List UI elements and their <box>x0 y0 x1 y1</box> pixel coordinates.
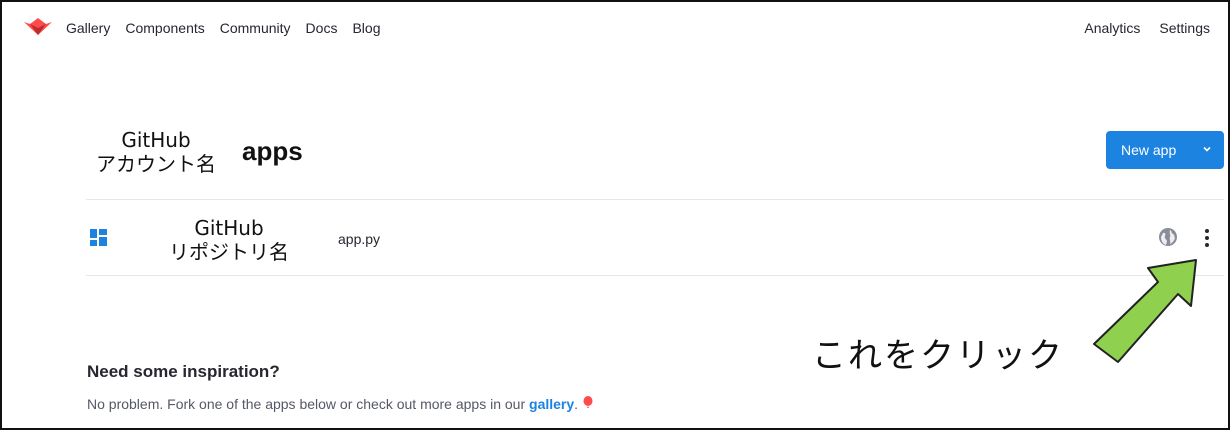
top-nav: Gallery Components Community Docs Blog A… <box>0 0 1230 58</box>
more-vertical-icon[interactable] <box>1200 226 1214 250</box>
divider-bottom <box>86 275 1224 276</box>
nav-docs[interactable]: Docs <box>306 20 338 36</box>
streamlit-logo-icon[interactable] <box>24 18 52 36</box>
repo-label-line1: GitHub <box>194 216 264 240</box>
balloon-icon <box>583 396 593 408</box>
page-title: apps <box>242 136 303 166</box>
globe-icon[interactable] <box>1158 227 1178 247</box>
nav-blog[interactable]: Blog <box>352 20 380 36</box>
nav-community[interactable]: Community <box>220 20 291 36</box>
inspiration-text: No problem. Fork one of the apps below o… <box>87 396 594 412</box>
inspiration-text-prefix: No problem. Fork one of the apps below o… <box>87 396 530 412</box>
inspiration-text-suffix: . <box>574 396 579 412</box>
gallery-link[interactable]: gallery <box>529 396 574 412</box>
chevron-down-icon[interactable] <box>1202 144 1212 154</box>
github-repo-annotation: GitHub リポジトリ名 <box>164 216 294 264</box>
nav-gallery[interactable]: Gallery <box>66 20 110 36</box>
nav-links-left: Gallery Components Community Docs Blog <box>66 20 395 36</box>
owner-label-line1: GitHub <box>121 128 191 152</box>
new-app-label: New app <box>1121 142 1177 158</box>
click-here-annotation: これをクリック <box>812 336 1064 376</box>
nav-links-right: Analytics Settings <box>1065 20 1210 36</box>
nav-analytics[interactable]: Analytics <box>1084 20 1140 36</box>
new-app-button[interactable]: New app <box>1106 131 1224 169</box>
app-file-name: app.py <box>338 231 381 247</box>
nav-settings[interactable]: Settings <box>1159 20 1210 36</box>
app-list-item[interactable]: GitHub リポジトリ名 app.py <box>86 200 1224 276</box>
nav-components[interactable]: Components <box>125 20 204 36</box>
annotation-arrow <box>1093 259 1197 363</box>
github-account-annotation: GitHub アカウント名 <box>86 128 226 176</box>
inspiration-heading: Need some inspiration? <box>87 362 280 381</box>
repo-label-line2: リポジトリ名 <box>169 240 289 264</box>
dashboard-grid-icon <box>90 229 107 246</box>
owner-label-line2: アカウント名 <box>96 152 216 176</box>
